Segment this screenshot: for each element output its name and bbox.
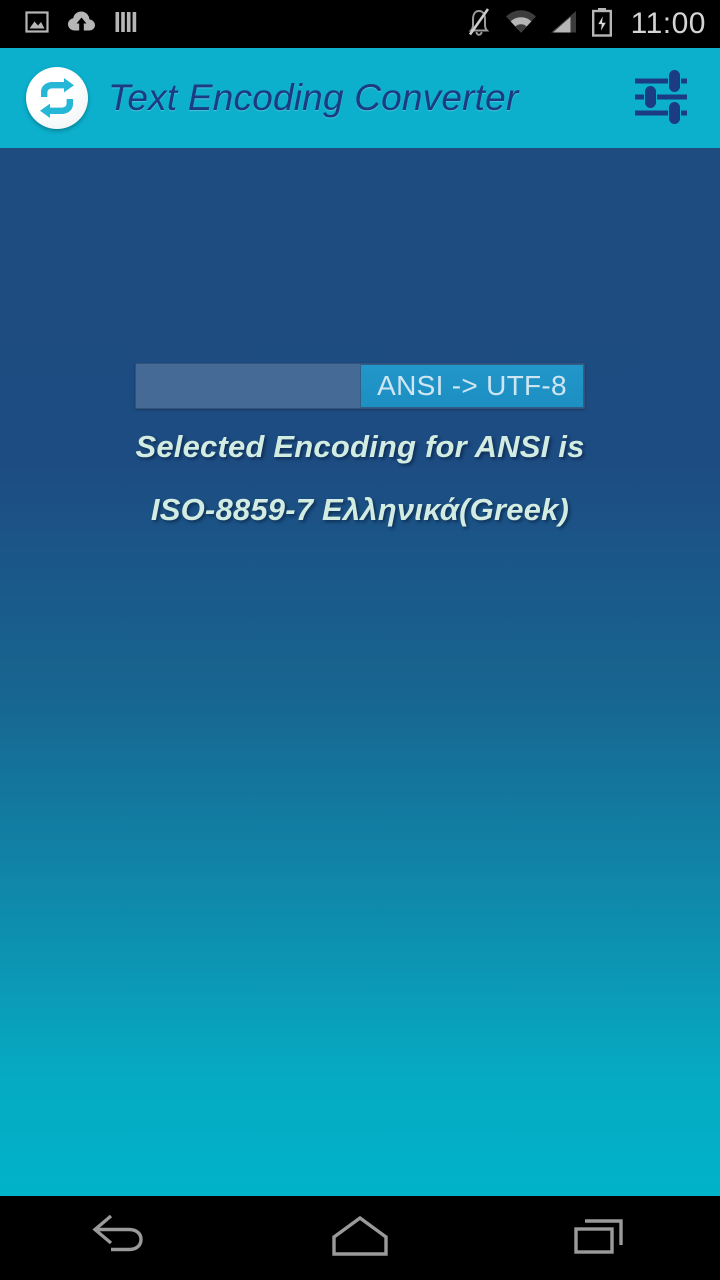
page-title: Text Encoding Converter: [108, 77, 519, 118]
nav-back-button[interactable]: [0, 1196, 240, 1280]
navigation-bar: [0, 1196, 720, 1280]
encoding-direction-toggle[interactable]: ANSI -> UTF-8: [135, 363, 585, 409]
wifi-icon: [505, 9, 537, 40]
status-bar: 11:00: [0, 0, 720, 48]
cloud-upload-icon: [67, 9, 97, 40]
encoding-status-line-1: Selected Encoding for ANSI is: [135, 429, 585, 464]
recents-icon: [571, 1211, 629, 1266]
phone-screen: 11:00 Text Encoding Converter ANSI -> UT…: [0, 0, 720, 1280]
home-icon: [330, 1212, 390, 1265]
bars-icon: [114, 9, 138, 40]
status-bar-right-icons: 11:00: [465, 7, 706, 42]
encoding-direction-toggle-thumb[interactable]: ANSI -> UTF-8: [360, 364, 584, 408]
screenshot-icon: [24, 9, 50, 40]
nav-home-button[interactable]: [240, 1196, 480, 1280]
convert-arrows-icon: [26, 67, 88, 129]
mute-icon: [465, 7, 493, 42]
status-bar-left-icons: [24, 9, 138, 40]
battery-charging-icon: [591, 7, 613, 42]
settings-button[interactable]: [624, 61, 698, 135]
status-bar-clock: 11:00: [630, 7, 706, 40]
app-header: Text Encoding Converter: [0, 48, 720, 148]
sliders-icon: [629, 64, 693, 133]
back-arrow-icon: [89, 1210, 151, 1267]
encoding-direction-toggle-label: ANSI -> UTF-8: [377, 370, 567, 401]
nav-recents-button[interactable]: [480, 1196, 720, 1280]
cellular-signal-icon: [549, 9, 579, 40]
main-content: ANSI -> UTF-8 Selected Encoding for ANSI…: [0, 148, 720, 1196]
encoding-status-line-2: ISO-8859-7 Ελληνικά(Greek): [150, 492, 570, 527]
